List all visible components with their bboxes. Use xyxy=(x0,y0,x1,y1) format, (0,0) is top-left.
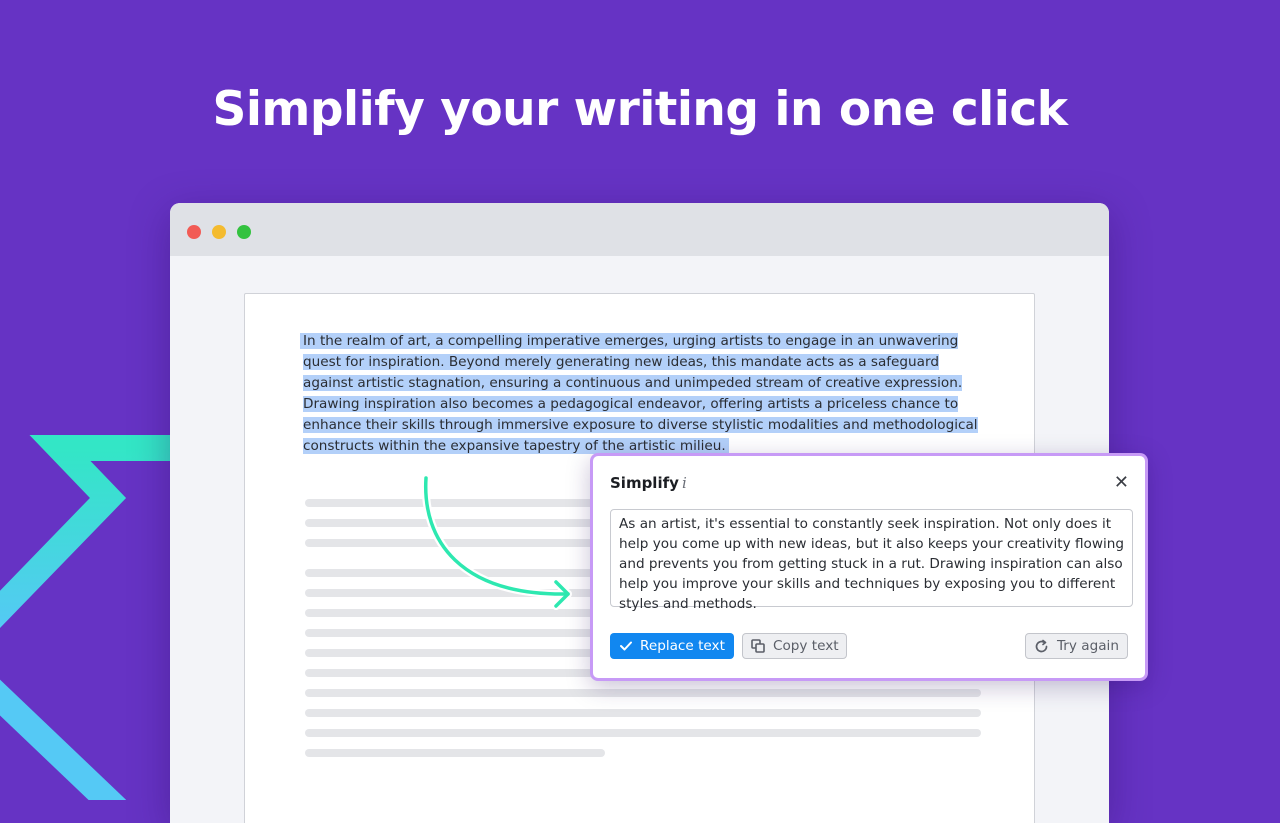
minimize-window-dot[interactable] xyxy=(212,225,226,239)
placeholder-line xyxy=(305,689,981,697)
popup-title: Simplify xyxy=(610,474,679,492)
close-window-dot[interactable] xyxy=(187,225,201,239)
copy-text-button[interactable]: Copy text xyxy=(742,633,847,659)
window-titlebar xyxy=(170,203,1109,256)
try-again-button[interactable]: Try again xyxy=(1025,633,1128,659)
maximize-window-dot[interactable] xyxy=(237,225,251,239)
check-icon xyxy=(620,641,632,651)
replace-text-button[interactable]: Replace text xyxy=(610,633,734,659)
selected-paragraph[interactable]: In the realm of art, a compelling impera… xyxy=(303,331,993,457)
info-icon[interactable]: i xyxy=(682,474,687,492)
replace-text-label: Replace text xyxy=(640,638,725,654)
try-again-label: Try again xyxy=(1057,638,1119,654)
refresh-icon xyxy=(1034,639,1049,654)
page-headline: Simplify your writing in one click xyxy=(212,82,1068,137)
selected-text[interactable]: In the realm of art, a compelling impera… xyxy=(303,333,978,454)
copy-text-label: Copy text xyxy=(773,638,839,654)
placeholder-line xyxy=(305,709,981,717)
simplified-text-box[interactable]: As an artist, it's essential to constant… xyxy=(610,509,1133,612)
diagonal-shape xyxy=(0,679,127,800)
placeholder-line xyxy=(305,729,981,737)
copy-icon xyxy=(751,639,765,653)
simplify-popup: Simplify i ✕ As an artist, it's essentia… xyxy=(590,453,1148,681)
placeholder-line xyxy=(305,749,605,757)
chevron-shape xyxy=(0,435,175,629)
curved-arrow-icon xyxy=(421,474,572,610)
close-icon[interactable]: ✕ xyxy=(1114,474,1129,492)
